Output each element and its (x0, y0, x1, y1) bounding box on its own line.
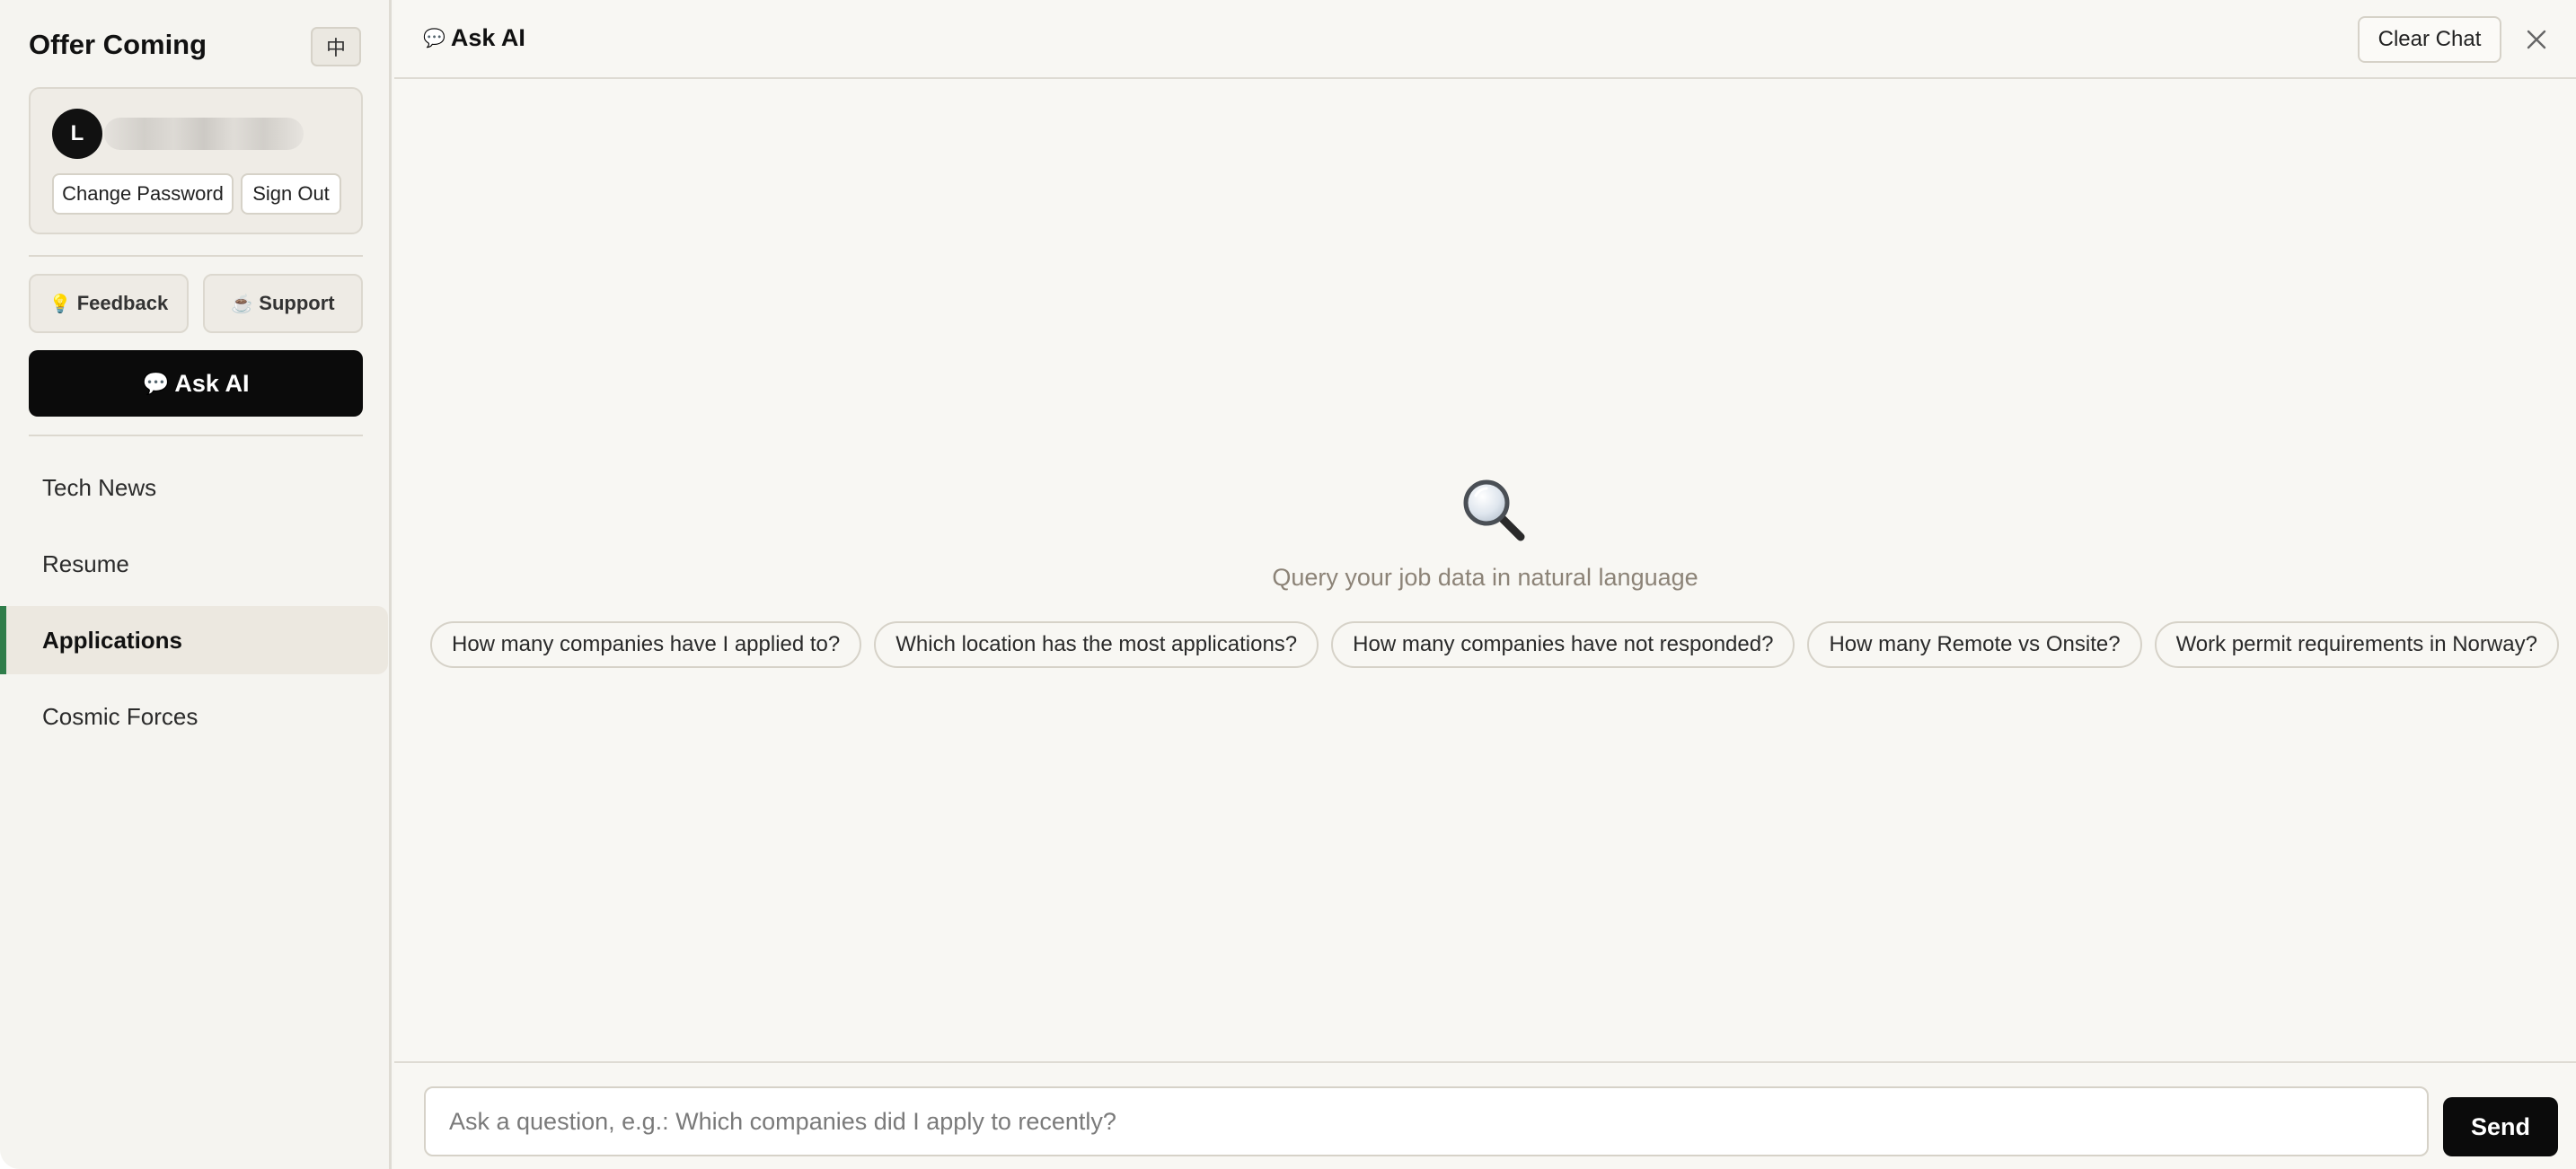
coffee-icon: ☕ (231, 294, 254, 314)
suggestion-chip[interactable]: How many Remote vs Onsite? (1807, 621, 2142, 668)
magnifier-icon (1460, 476, 1530, 546)
panel-title: 💬 Ask AI (423, 24, 525, 52)
support-label: Support (259, 292, 335, 314)
sidebar-item-resume[interactable]: Resume (0, 530, 388, 598)
sidebar-divider (29, 255, 363, 257)
panel-header: 💬 Ask AI Clear Chat (394, 0, 2576, 79)
sidebar-item-applications[interactable]: Applications (0, 606, 388, 674)
chat-bubble-icon: 💬 (142, 371, 170, 396)
sidebar-divider (29, 435, 363, 436)
ask-ai-label: Ask AI (174, 369, 250, 397)
feedback-label: Feedback (76, 292, 169, 314)
close-icon[interactable] (2517, 20, 2556, 59)
ask-ai-panel: 💬 Ask AI Clear Chat Query your job data … (394, 0, 2576, 1169)
support-button[interactable]: ☕ Support (203, 274, 363, 333)
suggestion-chip[interactable]: Which location has the most applications… (874, 621, 1319, 668)
empty-state-text: Query your job data in natural language (1272, 564, 1698, 591)
sidebar-item-cosmic-forces[interactable]: Cosmic Forces (0, 682, 388, 751)
brand-title: Offer Coming (29, 29, 207, 60)
feedback-button[interactable]: 💡 Feedback (29, 274, 189, 333)
sign-out-button[interactable]: Sign Out (241, 173, 341, 215)
question-input[interactable] (424, 1086, 2429, 1156)
input-bar: Send (394, 1061, 2576, 1169)
suggestion-chips: How many companies have I applied to? Wh… (430, 621, 2559, 668)
suggestion-chip[interactable]: How many companies have not responded? (1331, 621, 1795, 668)
send-button[interactable]: Send (2443, 1097, 2558, 1156)
change-password-button[interactable]: Change Password (52, 173, 234, 215)
panel-title-text: Ask AI (450, 24, 525, 51)
clear-chat-button[interactable]: Clear Chat (2358, 16, 2501, 63)
user-card: L Change Password Sign Out (29, 87, 363, 234)
suggestion-chip[interactable]: How many companies have I applied to? (430, 621, 862, 668)
sidebar-item-tech-news[interactable]: Tech News (0, 453, 388, 522)
sidebar: Offer Coming 中 L Change Password Sign Ou… (0, 0, 392, 1169)
avatar: L (52, 109, 102, 159)
language-toggle-button[interactable]: 中 (311, 27, 361, 66)
chat-bubble-icon: 💬 (423, 29, 446, 48)
app-window: Offer Coming 中 L Change Password Sign Ou… (0, 0, 2576, 1169)
suggestion-chip[interactable]: Work permit requirements in Norway? (2154, 621, 2559, 668)
ask-ai-button[interactable]: 💬 Ask AI (29, 350, 363, 417)
redacted-user-email (104, 118, 304, 150)
lightbulb-icon: 💡 (49, 294, 72, 314)
